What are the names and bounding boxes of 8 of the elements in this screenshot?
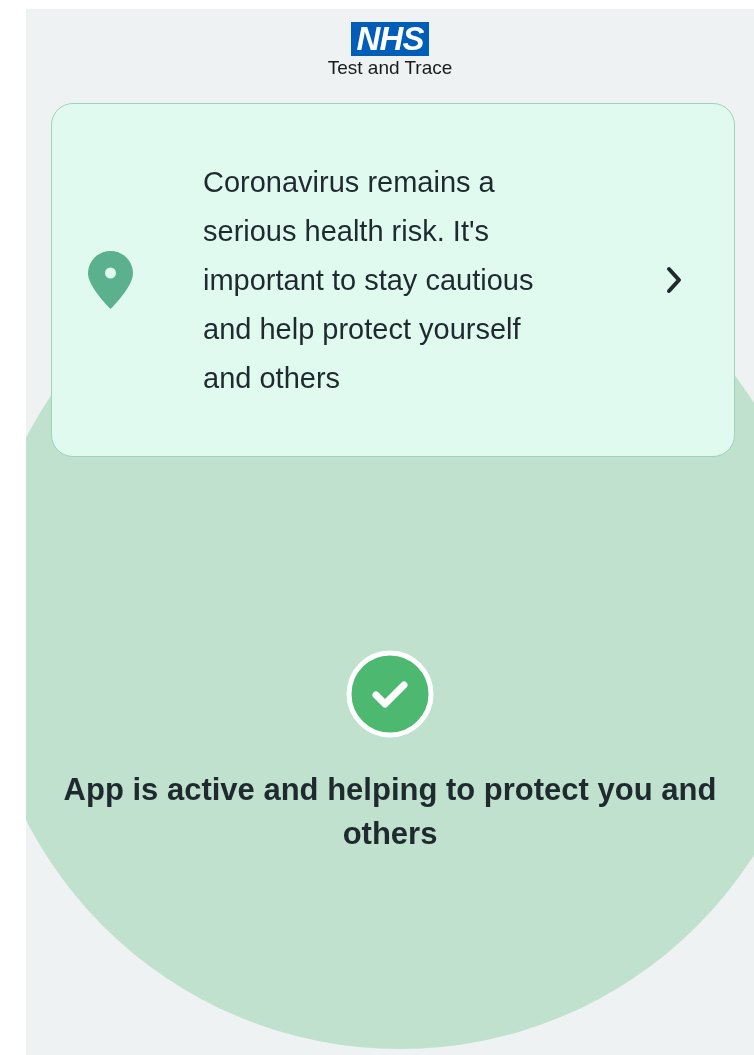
location-pin-icon bbox=[88, 251, 133, 309]
app-subtitle: Test and Trace bbox=[327, 57, 453, 79]
nhs-logo: NHS bbox=[351, 22, 429, 56]
info-text: Coronavirus remains a serious health risk. It's important to stay cautious and help protect yourself and others bbox=[203, 164, 535, 396]
check-circle-icon bbox=[346, 650, 434, 738]
status-text: App is active and helping to protect you and others bbox=[62, 771, 718, 853]
info-card[interactable]: Coronavirus remains a serious health risk. It's important to stay cautious and help protect yourself and others bbox=[51, 103, 735, 457]
chevron-right-icon bbox=[666, 266, 682, 294]
